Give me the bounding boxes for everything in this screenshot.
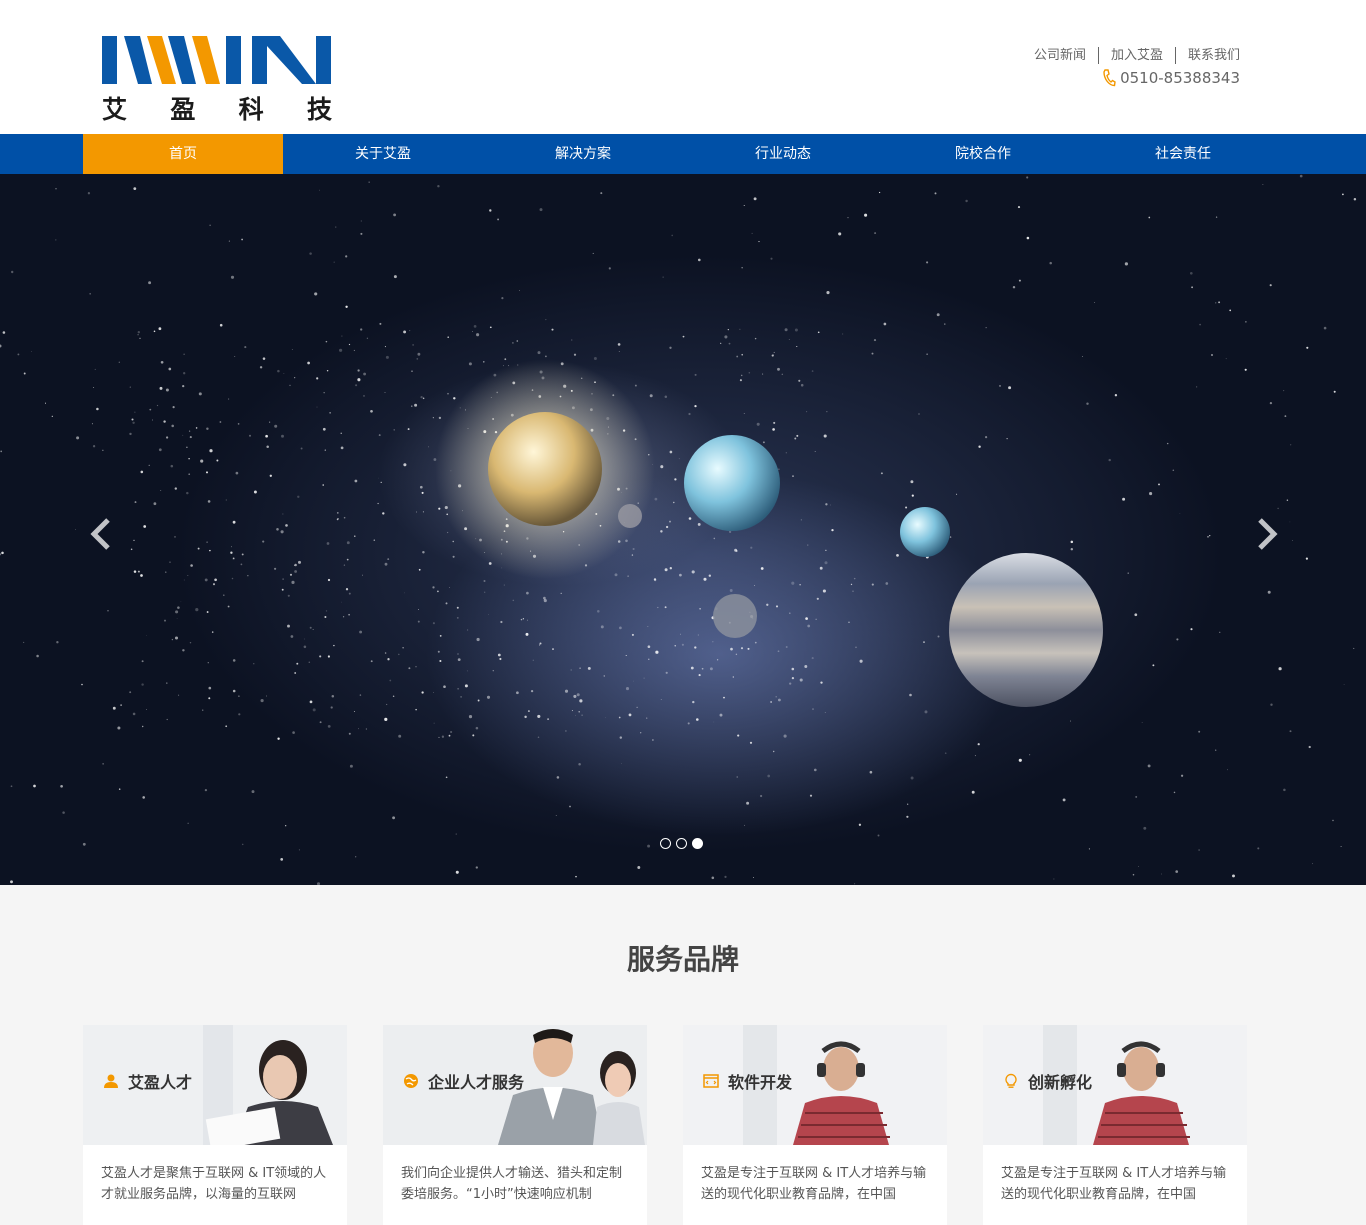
card-heading: 艾盈人才 bbox=[103, 1069, 192, 1093]
main-nav: 首页 关于艾盈 解决方案 行业动态 院校合作 社会责任 bbox=[0, 134, 1366, 174]
service-card-incubation[interactable]: 创新孵化 艾盈是专注于互联网 & IT人才培养与输送的现代化职业教育品牌，在中国 bbox=[983, 1025, 1247, 1225]
top-link-news[interactable]: 公司新闻 bbox=[1022, 47, 1098, 64]
nav-item-social-responsibility[interactable]: 社会责任 bbox=[1083, 134, 1283, 174]
space-planets-image bbox=[0, 174, 1357, 885]
carousel-dot-3[interactable] bbox=[692, 838, 703, 849]
carousel-dot-1[interactable] bbox=[660, 838, 671, 849]
card-heading: 软件开发 bbox=[703, 1069, 792, 1093]
phone-number: 0510-85388343 bbox=[1120, 69, 1240, 87]
hero-carousel bbox=[0, 174, 1366, 885]
carousel-indicators bbox=[660, 838, 703, 849]
nav-item-solutions[interactable]: 解决方案 bbox=[483, 134, 683, 174]
service-card-software[interactable]: 软件开发 艾盈是专注于互联网 & IT人才培养与输送的现代化职业教育品牌，在中国 bbox=[683, 1025, 947, 1225]
phone-contact: 0510-85388343 bbox=[1102, 69, 1240, 87]
nav-item-home[interactable]: 首页 bbox=[83, 134, 283, 174]
services-section-title: 服务品牌 bbox=[626, 943, 739, 976]
nav-item-school-cooperation[interactable]: 院校合作 bbox=[883, 134, 1083, 174]
carousel-prev-arrow-icon[interactable] bbox=[86, 514, 116, 554]
top-links: 公司新闻 加入艾盈 联系我们 bbox=[1022, 47, 1240, 64]
nav-item-industry-news[interactable]: 行业动态 bbox=[683, 134, 883, 174]
carousel-next-arrow-icon[interactable] bbox=[1252, 514, 1282, 554]
company-logo[interactable]: 艾 盈 科 技 bbox=[102, 34, 332, 124]
code-window-icon bbox=[703, 1074, 719, 1088]
top-link-join[interactable]: 加入艾盈 bbox=[1099, 47, 1175, 64]
card-description: 艾盈是专注于互联网 & IT人才培养与输送的现代化职业教育品牌，在中国 bbox=[701, 1166, 927, 1202]
card-heading: 创新孵化 bbox=[1003, 1069, 1092, 1093]
iwin-logo-mark bbox=[102, 36, 331, 84]
card-heading: 企业人才服务 bbox=[403, 1069, 524, 1093]
service-card-enterprise[interactable]: 企业人才服务 我们向企业提供人才输送、猎头和定制委培服务。“1小时”快速响应机制 bbox=[383, 1025, 647, 1225]
service-cards: 艾盈人才 艾盈人才是聚焦于互联网 & IT领域的人才就业服务品牌，以海量的互联网… bbox=[83, 1025, 1247, 1225]
company-name-cn: 艾 盈 科 技 bbox=[102, 95, 332, 124]
person-icon bbox=[104, 1074, 118, 1088]
card-description: 艾盈是专注于互联网 & IT人才培养与输送的现代化职业教育品牌，在中国 bbox=[1001, 1166, 1227, 1202]
globe-icon bbox=[404, 1074, 418, 1088]
card-description: 我们向企业提供人才输送、猎头和定制委培服务。“1小时”快速响应机制 bbox=[401, 1166, 623, 1202]
top-link-contact[interactable]: 联系我们 bbox=[1176, 47, 1240, 64]
lightbulb-icon bbox=[1005, 1073, 1017, 1088]
nav-item-about[interactable]: 关于艾盈 bbox=[283, 134, 483, 174]
phone-icon bbox=[1103, 69, 1116, 87]
site-header: 艾 盈 科 技 公司新闻 加入艾盈 联系我们 0510-85388343 bbox=[0, 0, 1366, 134]
carousel-dot-2[interactable] bbox=[676, 838, 687, 849]
service-card-talent[interactable]: 艾盈人才 艾盈人才是聚焦于互联网 & IT领域的人才就业服务品牌，以海量的互联网 bbox=[83, 1025, 347, 1225]
card-description: 艾盈人才是聚焦于互联网 & IT领域的人才就业服务品牌，以海量的互联网 bbox=[101, 1166, 327, 1202]
